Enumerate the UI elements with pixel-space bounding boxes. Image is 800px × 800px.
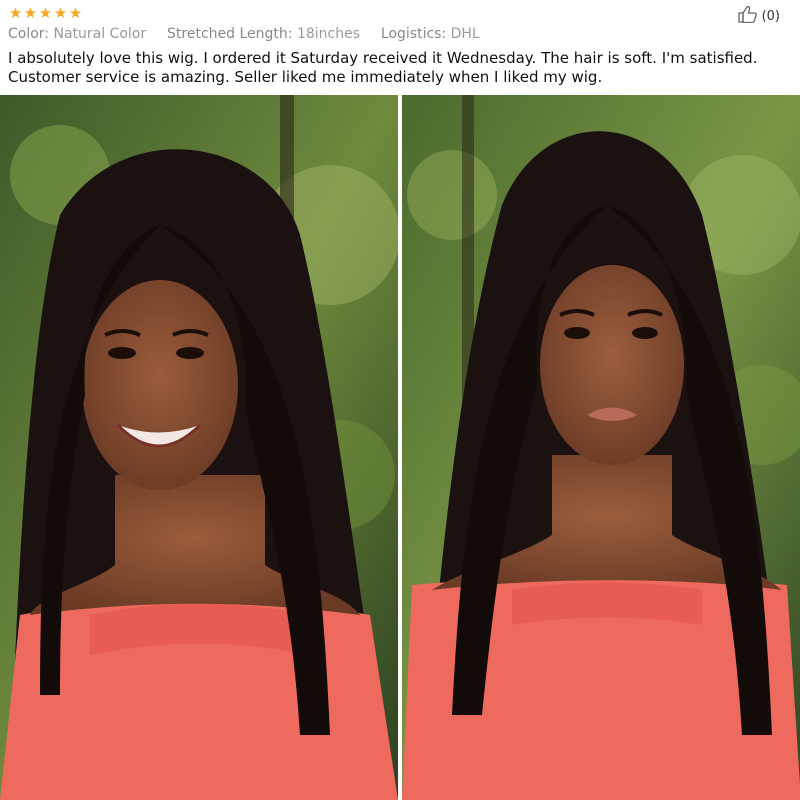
meta-value-logistics: DHL [450,26,480,42]
star-icon: ★ [23,4,38,22]
review-header: ★ ★ ★ ★ ★ (0) Color: Natural Color Stret… [0,0,800,95]
star-icon: ★ [53,4,68,22]
review-meta: Color: Natural Color Stretched Length: 1… [8,26,480,42]
meta-value-color: Natural Color [53,26,147,42]
review-photo-2[interactable] [401,95,800,800]
helpful-count: (0) [761,8,780,24]
rating-stars: ★ ★ ★ ★ ★ [8,6,83,21]
review-text: I absolutely love this wig. I ordered it… [8,49,758,86]
meta-key-length: Stretched Length: [167,26,293,42]
review-photo-1[interactable] [0,95,399,800]
star-icon: ★ [68,4,83,22]
thumbs-up-icon[interactable] [737,5,759,27]
meta-key-logistics: Logistics: [380,26,447,42]
meta-key-color: Color: [8,26,50,42]
star-icon: ★ [8,4,23,22]
meta-value-length: 18inches [296,26,360,42]
star-icon: ★ [38,4,53,22]
review-photos [0,95,800,800]
helpful-button[interactable]: (0) [737,5,780,27]
